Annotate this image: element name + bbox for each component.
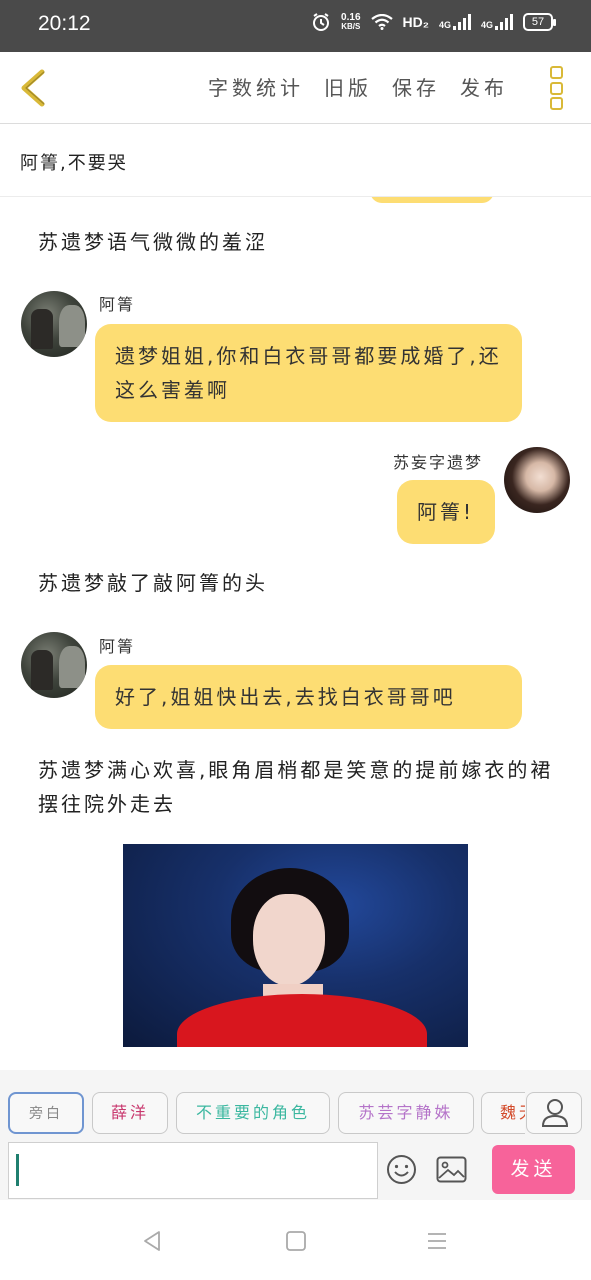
narration-line[interactable]: 苏遗梦语气微微的羞涩 <box>38 225 268 259</box>
top-toolbar: 字数统计 旧版 保存 发布 <box>0 52 591 124</box>
role-label: 薛洋 <box>110 1103 149 1122</box>
role-chip[interactable]: 苏芸字静姝 <box>338 1092 474 1134</box>
role-chip[interactable]: 薛洋 <box>92 1092 168 1134</box>
role-selector: 旁白 薛洋 不重要的角色 苏芸字静姝 魏无 <box>0 1070 591 1140</box>
speaker-name: 阿箐 <box>99 295 136 314</box>
signal-sim1: 4G <box>439 14 471 30</box>
input-bar: 发送 <box>0 1140 591 1200</box>
message-input[interactable] <box>8 1142 378 1199</box>
signal-bars-icon <box>495 14 513 30</box>
image-icon[interactable] <box>436 1156 467 1183</box>
story-title-row[interactable]: 阿箐,不要哭 <box>0 125 591 197</box>
signal-bars-icon <box>452 14 471 30</box>
back-arrow-icon[interactable] <box>14 66 54 110</box>
save-button[interactable]: 保存 <box>392 72 440 101</box>
role-label: 苏芸字静姝 <box>358 1103 454 1122</box>
publish-button[interactable]: 发布 <box>460 72 508 101</box>
story-title: 阿箐,不要哭 <box>20 153 128 174</box>
more-menu-icon[interactable] <box>550 66 566 110</box>
previous-bubble-edge <box>370 197 494 203</box>
message-bubble-left[interactable]: 遗梦姐姐,你和白衣哥哥都要成婚了,还这么害羞啊 <box>95 324 522 422</box>
status-time: 20:12 <box>38 12 91 35</box>
avatar-a-qing[interactable] <box>21 632 87 698</box>
signal-sim2: 4G <box>481 14 513 30</box>
hd-indicator: HD₂ <box>402 14 429 30</box>
chat-area[interactable]: 苏遗梦语气微微的羞涩 阿箐 遗梦姐姐,你和白衣哥哥都要成婚了,还这么害羞啊 苏妄… <box>0 197 591 1070</box>
avatar-su-yimeng[interactable] <box>504 447 570 513</box>
alarm-icon <box>313 13 330 31</box>
add-role-button[interactable] <box>526 1092 582 1134</box>
emoji-icon[interactable] <box>386 1154 417 1185</box>
text-caret <box>16 1154 19 1186</box>
message-bubble-left[interactable]: 好了,姐姐快出去,去找白衣哥哥吧 <box>95 665 522 729</box>
speaker-name: 阿箐 <box>99 637 136 656</box>
system-nav-bar <box>0 1200 591 1280</box>
speaker-name: 苏妄字遗梦 <box>393 453 484 472</box>
role-chip[interactable]: 魏无 <box>481 1092 525 1134</box>
role-label: 不重要的角色 <box>195 1103 310 1122</box>
network-speed: 0.16 KB/S <box>341 12 361 32</box>
message-bubble-right[interactable]: 阿箐! <box>397 480 495 544</box>
sim1-label: 4G <box>438 20 451 30</box>
nav-home-icon[interactable] <box>285 1230 307 1252</box>
status-icons: 0.16 KB/S HD₂ 4G 4G 57 <box>311 12 556 32</box>
old-version-button[interactable]: 旧版 <box>324 72 372 101</box>
nav-menu-icon[interactable] <box>426 1230 448 1252</box>
narration-line[interactable]: 苏遗梦满心欢喜,眼角眉梢都是笑意的提前嫁衣的裙摆往院外走去 <box>38 753 558 821</box>
send-button[interactable]: 发送 <box>492 1145 575 1194</box>
network-speed-value: 0.16 <box>341 12 361 23</box>
status-bar: 20:12 0.16 KB/S HD₂ 4G 4G 57 <box>0 0 591 52</box>
role-label: 魏无 <box>500 1103 525 1122</box>
wifi-icon <box>370 14 393 30</box>
avatar-a-qing[interactable] <box>21 291 87 357</box>
role-chip-narrator[interactable]: 旁白 <box>8 1092 84 1134</box>
role-chip[interactable]: 不重要的角色 <box>176 1092 330 1134</box>
story-image[interactable] <box>123 844 468 1047</box>
nav-back-icon[interactable] <box>141 1230 163 1252</box>
battery-indicator: 57 <box>523 13 556 31</box>
role-label: 旁白 <box>29 1106 63 1122</box>
sim2-label: 4G <box>480 20 493 30</box>
toolbar-actions: 字数统计 旧版 保存 发布 <box>208 72 508 101</box>
word-count-button[interactable]: 字数统计 <box>208 72 304 101</box>
narration-line[interactable]: 苏遗梦敲了敲阿箐的头 <box>38 566 268 600</box>
network-speed-unit: KB/S <box>341 22 361 31</box>
user-icon <box>541 1099 569 1127</box>
